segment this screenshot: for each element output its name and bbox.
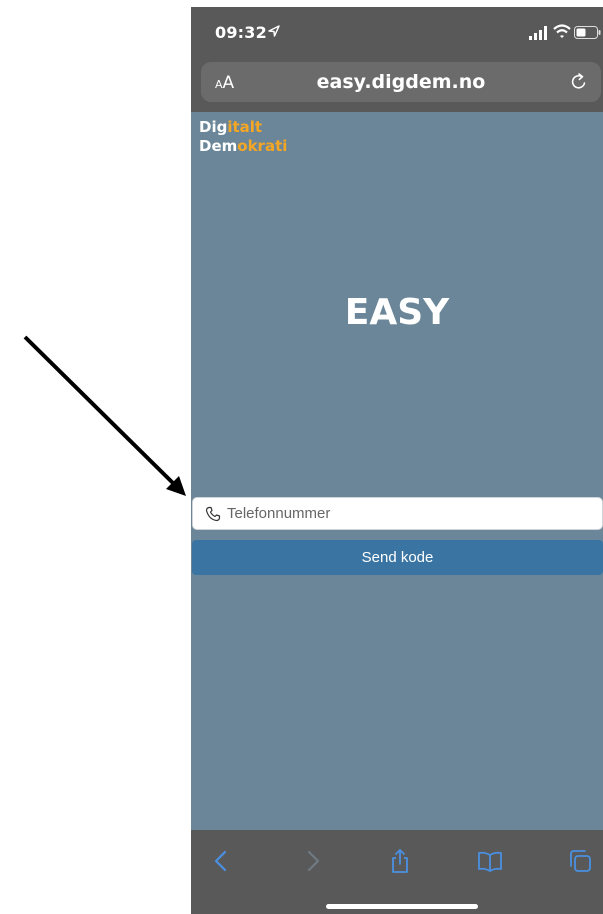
home-indicator xyxy=(326,904,478,909)
logo-line-2: Demokrati xyxy=(199,137,287,156)
share-icon[interactable] xyxy=(387,848,413,874)
bookmarks-icon[interactable] xyxy=(477,848,503,874)
url-text[interactable]: easy.digdem.no xyxy=(201,71,601,93)
annotation-arrow xyxy=(23,335,186,496)
logo-line2-white: Dem xyxy=(199,137,238,155)
logo-line1-orange: italt xyxy=(227,118,263,136)
browser-address-area: AA easy.digdem.no xyxy=(191,59,603,112)
digitalt-demokrati-logo[interactable]: Digitalt Demokrati xyxy=(199,118,287,156)
page: 09:32 AA easy.digdem.no Digitalt Demokra… xyxy=(0,0,603,914)
battery-icon xyxy=(574,26,601,39)
cellular-signal-icon xyxy=(529,26,547,40)
location-arrow-icon xyxy=(268,25,280,37)
logo-line-1: Digitalt xyxy=(199,118,287,137)
browser-toolbar xyxy=(191,830,603,914)
app-title: EASY xyxy=(344,292,450,333)
tabs-icon[interactable] xyxy=(567,848,593,874)
forward-icon[interactable] xyxy=(299,848,325,874)
logo-line2-orange: okrati xyxy=(237,137,288,155)
address-bar[interactable]: AA easy.digdem.no xyxy=(201,62,601,102)
wifi-icon xyxy=(553,24,571,38)
phone-icon xyxy=(205,506,221,521)
status-time: 09:32 xyxy=(215,23,267,42)
status-bar: 09:32 xyxy=(191,7,603,59)
back-icon[interactable] xyxy=(209,848,235,874)
send-code-button[interactable]: Send kode xyxy=(192,540,603,575)
reload-icon[interactable] xyxy=(569,72,589,92)
logo-line1-white: Dig xyxy=(199,118,228,136)
phone-number-input[interactable] xyxy=(227,505,567,522)
phone-screen: 09:32 AA easy.digdem.no Digitalt Demokra… xyxy=(191,7,603,914)
phone-number-field[interactable] xyxy=(192,497,603,530)
web-content: Digitalt Demokrati EASY Send kode xyxy=(191,112,603,830)
